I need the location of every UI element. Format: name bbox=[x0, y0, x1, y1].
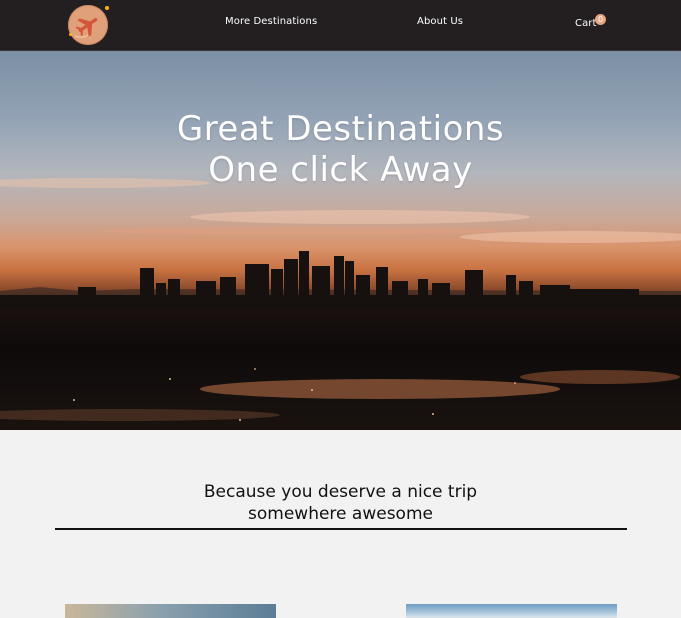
section-divider bbox=[55, 528, 627, 530]
city-skyline-image bbox=[0, 178, 681, 430]
destination-card-image[interactable] bbox=[406, 604, 617, 618]
hero-headline-line1: Great Destinations bbox=[176, 109, 505, 149]
nav-cart[interactable]: Cart bbox=[575, 18, 597, 29]
hero-headline: Great Destinations One click Away bbox=[0, 109, 681, 191]
cart-count-badge[interactable]: 0 bbox=[595, 14, 606, 25]
hero-headline-line2: One click Away bbox=[208, 150, 473, 190]
sparkle-icon bbox=[69, 33, 72, 36]
nav-about-us[interactable]: About Us bbox=[417, 16, 463, 27]
destination-card-image[interactable] bbox=[65, 604, 276, 618]
tagline: Because you deserve a nice trip somewher… bbox=[0, 481, 681, 525]
tagline-line1: Because you deserve a nice trip bbox=[203, 482, 478, 502]
nav-more-destinations[interactable]: More Destinations bbox=[225, 16, 317, 27]
airplane-logo-icon bbox=[74, 18, 98, 38]
tagline-line2: somewhere awesome bbox=[248, 504, 433, 524]
site-logo[interactable] bbox=[68, 5, 109, 45]
top-navigation-bar: More Destinations About Us Cart 0 bbox=[0, 0, 681, 51]
sparkle-icon bbox=[105, 6, 109, 10]
hero-banner: Great Destinations One click Away bbox=[0, 51, 681, 430]
page: More Destinations About Us Cart 0 Great … bbox=[0, 0, 681, 618]
